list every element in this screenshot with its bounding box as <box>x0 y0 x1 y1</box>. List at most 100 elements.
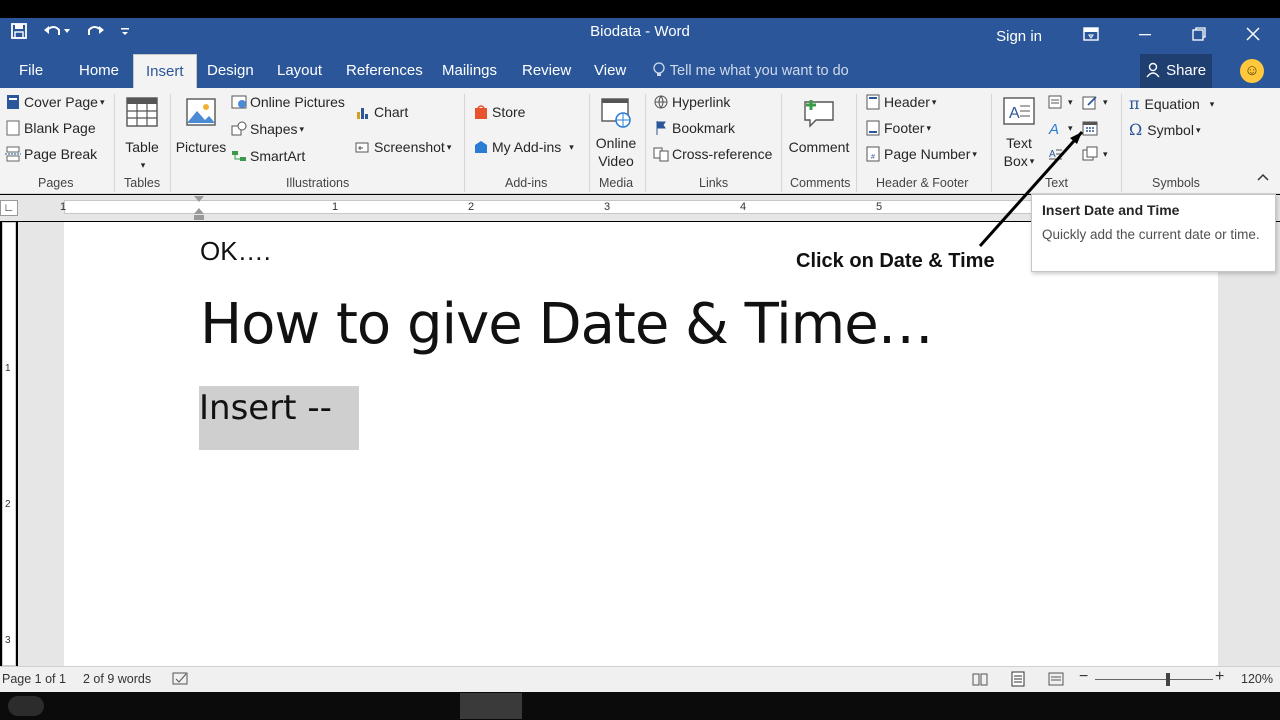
bookmark-icon <box>656 121 666 135</box>
ruler-number: 3 <box>604 201 611 213</box>
ribbon-display-options-icon[interactable] <box>1064 26 1118 46</box>
cross-reference-button[interactable]: Cross-reference <box>653 146 772 162</box>
footer-button[interactable]: Footer ▾ <box>865 120 931 136</box>
taskbar-app-word[interactable] <box>460 693 522 719</box>
quick-parts-icon <box>1048 95 1062 109</box>
vruler-number: 2 <box>5 499 11 510</box>
feedback-smiley-icon[interactable]: ☺ <box>1240 59 1264 83</box>
svg-text:A: A <box>1009 105 1020 122</box>
text-box-icon: A <box>1003 97 1035 125</box>
title-bar: Biodata - Word Sign in <box>0 18 1280 54</box>
person-icon <box>1146 62 1160 78</box>
tab-selector[interactable]: ∟ <box>0 200 18 216</box>
online-pictures-label: Online Pictures <box>250 94 345 110</box>
collapse-ribbon-icon[interactable] <box>1257 172 1269 185</box>
top-black-bar <box>0 0 1280 18</box>
symbol-button[interactable]: Ω Symbol ▾ <box>1129 120 1200 139</box>
tab-layout[interactable]: Layout <box>277 54 322 88</box>
chart-button[interactable]: Chart <box>355 104 408 120</box>
blank-page-button[interactable]: Blank Page <box>5 120 96 136</box>
online-pictures-button[interactable]: Online Pictures <box>231 94 345 110</box>
tab-references[interactable]: References <box>346 54 423 88</box>
comment-label: Comment <box>788 139 850 155</box>
close-icon[interactable] <box>1226 26 1280 46</box>
page-count[interactable]: Page 1 of 1 <box>2 672 66 686</box>
tab-insert[interactable]: Insert <box>133 54 197 88</box>
hyperlink-button[interactable]: Hyperlink <box>653 94 730 110</box>
tooltip-description: Quickly add the current date or time. <box>1042 227 1260 242</box>
smartart-label: SmartArt <box>250 148 306 164</box>
bookmark-button[interactable]: Bookmark <box>653 120 735 136</box>
header-label: Header <box>884 94 930 110</box>
document-heading: How to give Date & Time… <box>200 292 934 357</box>
ruler-number: 2 <box>468 201 475 213</box>
selected-text: Insert -- <box>199 388 332 428</box>
tab-file[interactable]: File <box>19 54 43 88</box>
zoom-out-icon[interactable]: − <box>1079 668 1088 686</box>
comment-button[interactable]: Comment <box>786 96 852 156</box>
bookmark-label: Bookmark <box>672 120 736 136</box>
ruler-number: 1 <box>332 201 339 213</box>
read-mode-icon[interactable] <box>972 671 988 687</box>
group-separator <box>781 94 782 192</box>
ruler-number: 4 <box>740 201 747 213</box>
sign-in-link[interactable]: Sign in <box>996 28 1042 45</box>
document-page[interactable]: OK…. How to give Date & Time… Insert -- … <box>64 222 1218 666</box>
header-button[interactable]: Header ▾ <box>865 94 936 110</box>
tab-mailings[interactable]: Mailings <box>442 54 497 88</box>
share-button[interactable]: Share <box>1140 54 1212 88</box>
smartart-button[interactable]: SmartArt <box>231 148 305 164</box>
pictures-button[interactable]: Pictures <box>175 96 227 156</box>
new-comment-icon <box>804 100 834 128</box>
shapes-button[interactable]: Shapes ▾ <box>231 121 304 137</box>
page-number-button[interactable]: # Page Number ▾ <box>865 146 977 162</box>
vertical-ruler[interactable]: 1 2 3 <box>2 222 16 666</box>
print-layout-icon[interactable] <box>1010 671 1026 687</box>
page-break-icon <box>5 146 21 162</box>
tab-view[interactable]: View <box>594 54 626 88</box>
minimize-icon[interactable] <box>1118 27 1172 46</box>
quick-parts-button[interactable]: ▾ <box>1047 94 1073 110</box>
vruler-number: 1 <box>5 363 11 374</box>
online-video-icon <box>601 98 631 128</box>
footer-label: Footer <box>884 120 925 136</box>
zoom-slider-thumb[interactable] <box>1166 673 1171 686</box>
blank-page-label: Blank Page <box>24 120 96 136</box>
tell-me-search[interactable]: Tell me what you want to do <box>652 54 849 88</box>
tab-home[interactable]: Home <box>79 54 119 88</box>
blank-page-icon <box>6 120 20 136</box>
group-label-comments: Comments <box>790 176 851 190</box>
restore-icon[interactable] <box>1172 26 1226 46</box>
pi-icon: π <box>1129 94 1140 113</box>
zoom-in-icon[interactable]: + <box>1215 668 1224 686</box>
chart-label: Chart <box>374 104 409 120</box>
indent-marker-icon[interactable] <box>194 196 204 220</box>
proofing-icon[interactable] <box>172 671 190 687</box>
header-icon <box>866 94 880 110</box>
tab-review[interactable]: Review <box>522 54 571 88</box>
my-addins-label: My Add-ins <box>492 139 562 155</box>
my-addins-button[interactable]: My Add-ins ▾ <box>473 139 574 155</box>
group-label-media: Media <box>599 176 634 190</box>
equation-button[interactable]: π Equation ▾ <box>1129 94 1214 113</box>
signature-line-button[interactable]: ▾ <box>1082 94 1108 110</box>
zoom-slider[interactable] <box>1095 673 1213 686</box>
footer-icon <box>866 120 880 136</box>
zoom-level[interactable]: 120% <box>1241 672 1273 686</box>
screenshot-button[interactable]: Screenshot ▾ <box>355 139 451 155</box>
online-video-button[interactable]: Online Video <box>592 96 640 170</box>
screenshot-icon <box>355 142 369 153</box>
web-layout-icon[interactable] <box>1048 671 1064 687</box>
smartart-icon <box>232 151 246 161</box>
tab-design[interactable]: Design <box>207 54 254 88</box>
start-icon[interactable] <box>8 696 44 716</box>
cover-page-label: Cover Page <box>24 94 98 110</box>
pictures-label: Pictures <box>175 139 227 155</box>
store-button[interactable]: Store <box>473 104 525 120</box>
word-count[interactable]: 2 of 9 words <box>83 672 151 686</box>
page-break-button[interactable]: Page Break <box>5 146 97 162</box>
table-button[interactable]: Table ▾ <box>120 96 164 174</box>
cover-page-button[interactable]: Cover Page ▾ <box>5 94 104 110</box>
lightbulb-icon <box>653 62 665 76</box>
hyperlink-label: Hyperlink <box>672 94 731 110</box>
